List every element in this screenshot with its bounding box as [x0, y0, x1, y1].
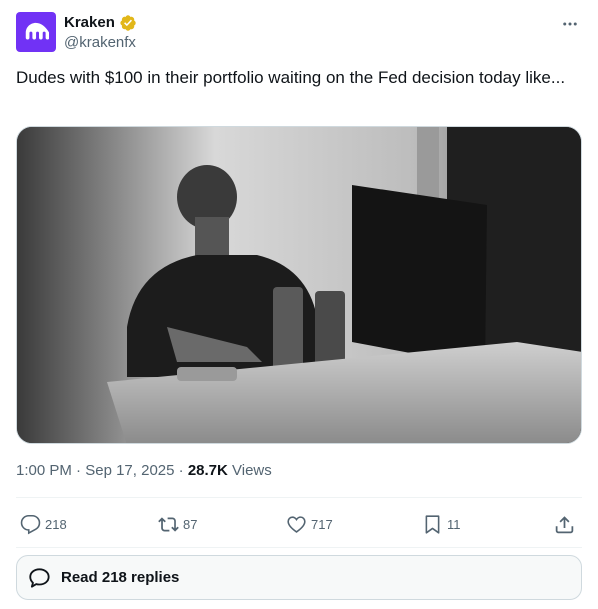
tweet-photo[interactable] — [16, 126, 582, 444]
read-replies-label: Read 218 replies — [61, 569, 180, 586]
tweet-time[interactable]: 1:00 PM — [16, 462, 72, 479]
photo-icon — [17, 127, 581, 443]
tweet-text: Dudes with $100 in their portfolio waiti… — [16, 68, 566, 87]
meta-separator: · — [71, 462, 86, 479]
tweet-date[interactable]: Sep 17, 2025 — [85, 462, 174, 479]
tweet-actions: 218 87 717 11 — [16, 503, 582, 545]
read-replies-button[interactable]: Read 218 replies — [16, 555, 582, 600]
kraken-logo-icon — [25, 22, 49, 40]
bookmark-icon — [425, 514, 440, 534]
author-handle[interactable]: @krakenfx — [64, 33, 136, 53]
repost-icon — [158, 516, 179, 532]
meta-separator: · — [174, 462, 188, 479]
chat-bubble-icon — [29, 567, 50, 588]
tweet-meta: 1:00 PM · Sep 17, 2025 · 28.7K Views — [16, 461, 272, 481]
repost-count: 87 — [183, 516, 198, 532]
share-icon — [555, 515, 574, 533]
tweet-header: Kraken @krakenfx — [16, 12, 582, 56]
like-count: 717 — [311, 516, 333, 532]
divider — [16, 547, 582, 548]
divider — [16, 497, 582, 498]
verified-badge-icon — [120, 15, 136, 31]
views-label: Views — [227, 462, 272, 479]
author-name[interactable]: Kraken — [64, 13, 115, 33]
avatar[interactable] — [16, 12, 56, 52]
reply-icon — [20, 514, 41, 534]
reply-button[interactable]: 218 — [20, 503, 67, 545]
like-button[interactable]: 717 — [286, 503, 333, 545]
bookmark-count: 11 — [447, 516, 461, 532]
bookmark-button[interactable]: 11 — [422, 503, 461, 545]
reply-count: 218 — [45, 516, 67, 532]
more-options-button[interactable] — [558, 12, 582, 36]
repost-button[interactable]: 87 — [158, 503, 197, 545]
share-button[interactable] — [554, 503, 575, 545]
more-dots-icon — [563, 22, 577, 26]
views-count: 28.7K — [187, 462, 228, 479]
heart-icon — [287, 515, 306, 533]
